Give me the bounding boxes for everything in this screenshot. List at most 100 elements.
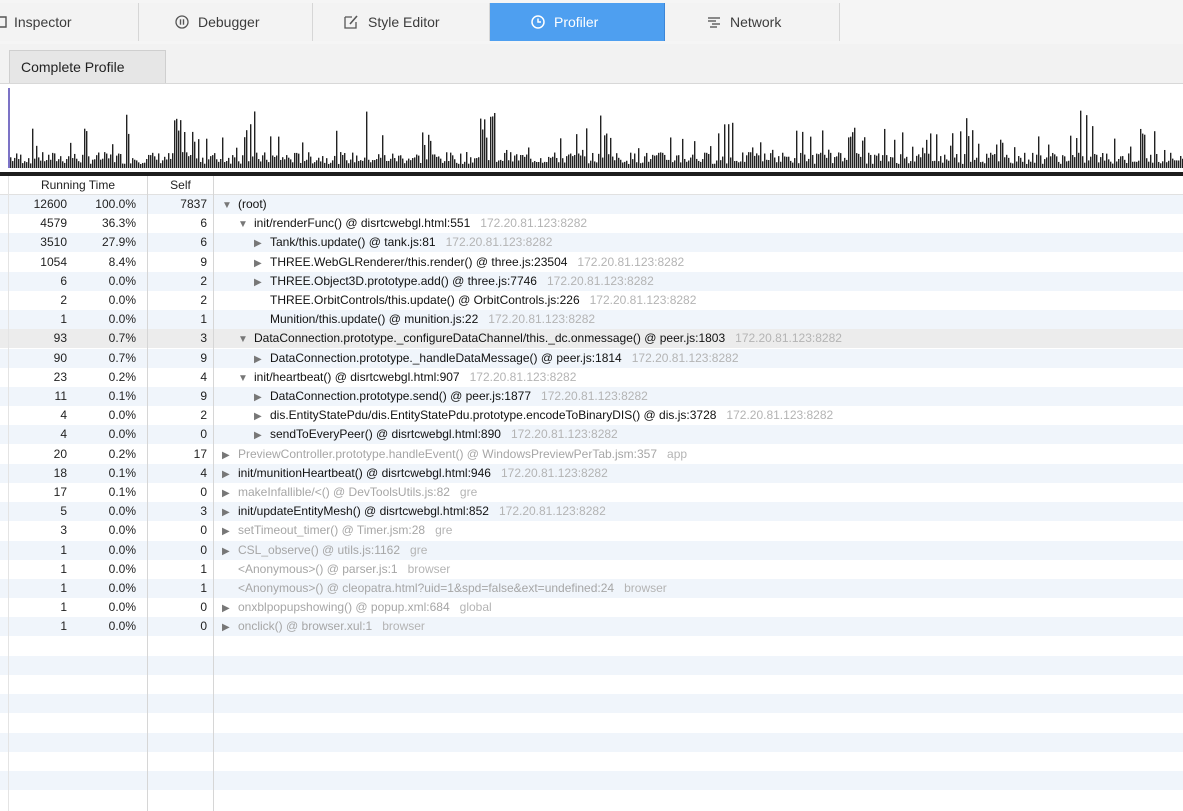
running-time-percent: 0.0% bbox=[108, 619, 136, 634]
inspector-icon bbox=[0, 15, 8, 29]
activity-bar bbox=[682, 138, 684, 168]
tab-network[interactable]: Network bbox=[665, 3, 840, 41]
collapsed-arrow-icon[interactable]: ▶ bbox=[222, 522, 238, 541]
activity-bar bbox=[838, 152, 840, 168]
function-name: onxblpopupshowing() @ popup.xml:684 bbox=[238, 600, 450, 615]
self-time-value: 0 bbox=[200, 542, 207, 557]
running-time-value: 2 bbox=[60, 293, 67, 307]
running-time-header[interactable]: Running Time bbox=[9, 176, 147, 194]
expanded-arrow-icon[interactable]: ▼ bbox=[238, 215, 254, 234]
activity-bar bbox=[596, 162, 598, 168]
tab-style-editor[interactable]: Style Editor bbox=[313, 3, 490, 41]
tree-row[interactable]: 1 0.0% 1 Munition/this.update() @ munition.… bbox=[0, 310, 1183, 330]
activity-bar bbox=[308, 152, 310, 168]
tree-row[interactable]: 1054 8.4% 9 ▶ THREE.WebGLRenderer/this.rende… bbox=[0, 252, 1183, 273]
function-cell: ▶ PreviewController.prototype.handleEvent… bbox=[222, 445, 687, 465]
collapsed-arrow-icon[interactable]: ▶ bbox=[222, 503, 238, 522]
tree-row[interactable]: 5 0.0% 3 ▶ init/updateEntityMesh() @ disrtcw… bbox=[0, 502, 1183, 522]
collapsed-arrow-icon[interactable]: ▶ bbox=[222, 542, 238, 561]
running-time-percent: 36.3% bbox=[101, 216, 136, 231]
tree-row[interactable]: 1 0.0% 0 ▶ onclick() @ browser.xul:1 browser bbox=[0, 617, 1183, 637]
activity-bar bbox=[170, 158, 172, 168]
activity-bar bbox=[502, 161, 504, 168]
collapsed-arrow-icon[interactable]: ▶ bbox=[254, 407, 270, 426]
tree-row[interactable]: 2 0.0% 2 THREE.OrbitControls/this.update() … bbox=[0, 291, 1183, 310]
collapsed-arrow-icon[interactable]: ▶ bbox=[254, 234, 270, 253]
tree-row[interactable]: 3 0.0% 0 ▶ setTimeout_timer() @ Timer.jsm:28… bbox=[0, 521, 1183, 541]
expanded-arrow-icon[interactable]: ▼ bbox=[222, 196, 238, 215]
timeline-graph[interactable] bbox=[0, 84, 1183, 176]
tree-row[interactable]: 1 0.0% 1 <Anonymous>() @ parser.js:1 browser bbox=[0, 559, 1183, 579]
self-time-value: 17 bbox=[193, 446, 207, 461]
tab-profiler[interactable]: Profiler bbox=[490, 3, 665, 41]
collapsed-arrow-icon[interactable]: ▶ bbox=[222, 599, 238, 618]
collapsed-arrow-icon[interactable]: ▶ bbox=[254, 388, 270, 407]
tree-row[interactable]: 3510 27.9% 6 ▶ Tank/this.update() @ tank.js:… bbox=[0, 233, 1183, 253]
activity-bar bbox=[886, 155, 888, 168]
expanded-arrow-icon[interactable]: ▼ bbox=[238, 330, 254, 349]
collapsed-arrow-icon[interactable]: ▶ bbox=[254, 273, 270, 292]
tree-row[interactable]: 4 0.0% 2 ▶ dis.EntityStatePdu/dis.EntityStat… bbox=[0, 406, 1183, 426]
tree-row[interactable]: 20 0.2% 17 ▶ PreviewController.prototype.han… bbox=[0, 444, 1183, 465]
expanded-arrow-icon[interactable]: ▼ bbox=[238, 369, 254, 388]
collapsed-arrow-icon[interactable]: ▶ bbox=[222, 446, 238, 465]
tree-row[interactable]: 17 0.1% 0 ▶ makeInfallible/<() @ DevToolsUti… bbox=[0, 483, 1183, 502]
tree-row[interactable]: 4 0.0% 0 ▶ sendToEveryPeer() @ disrtcwebgl.h… bbox=[0, 425, 1183, 445]
tree-row[interactable]: 90 0.7% 9 ▶ DataConnection.prototype._handle… bbox=[0, 348, 1183, 369]
column-divider bbox=[147, 176, 148, 811]
tree-row[interactable]: 23 0.2% 4 ▼ init/heartbeat() @ disrtcwebgl.h… bbox=[0, 367, 1183, 388]
tree-row[interactable]: 1 0.0% 0 ▶ onxblpopupshowing() @ popup.xml:6… bbox=[0, 598, 1183, 618]
tree-row[interactable]: 1 0.0% 0 ▶ CSL_observe() @ utils.js:1162 gre bbox=[0, 540, 1183, 561]
tab-inspector[interactable]: Inspector bbox=[0, 3, 139, 41]
activity-bar bbox=[702, 159, 704, 168]
collapsed-arrow-icon[interactable]: ▶ bbox=[254, 426, 270, 445]
tree-row[interactable]: 93 0.7% 3 ▼ DataConnection.prototype._config… bbox=[0, 329, 1183, 349]
activity-bar bbox=[416, 154, 418, 168]
tree-row bbox=[0, 771, 1183, 790]
tab-complete-profile[interactable]: Complete Profile bbox=[9, 50, 166, 83]
tree-row[interactable]: 18 0.1% 4 ▶ init/munitionHeartbeat() @ disrt… bbox=[0, 463, 1183, 484]
activity-bar bbox=[856, 153, 858, 168]
activity-bar bbox=[412, 158, 414, 168]
activity-bar bbox=[446, 152, 448, 168]
activity-bar bbox=[758, 155, 760, 168]
tree-row[interactable]: 1 0.0% 1 <Anonymous>() @ cleopatra.html?uid… bbox=[0, 579, 1183, 598]
activity-bar bbox=[1024, 152, 1026, 168]
activity-bar bbox=[872, 163, 874, 168]
tree-row[interactable]: 11 0.1% 9 ▶ DataConnection.prototype.send() … bbox=[0, 387, 1183, 406]
tree-row[interactable]: 6 0.0% 2 ▶ THREE.Object3D.prototype.add() @ … bbox=[0, 271, 1183, 292]
self-time-value: 9 bbox=[200, 389, 207, 403]
activity-bar bbox=[588, 163, 590, 168]
activity-bar bbox=[630, 152, 632, 168]
activity-bar bbox=[980, 162, 982, 168]
collapsed-arrow-icon[interactable]: ▶ bbox=[254, 254, 270, 273]
collapsed-arrow-icon[interactable]: ▶ bbox=[222, 465, 238, 484]
collapsed-arrow-icon[interactable]: ▶ bbox=[222, 618, 238, 637]
activity-bar bbox=[84, 128, 86, 168]
activity-bar bbox=[792, 162, 794, 168]
activity-bar bbox=[742, 152, 744, 168]
activity-bar bbox=[406, 160, 408, 168]
running-time-percent: 0.0% bbox=[108, 293, 136, 307]
running-time-value: 93 bbox=[53, 331, 67, 346]
activity-bar bbox=[468, 163, 470, 168]
activity-bar bbox=[922, 147, 924, 168]
activity-bar bbox=[336, 130, 338, 168]
function-host: 172.20.81.123:8282 bbox=[546, 273, 654, 288]
tab-debugger[interactable]: Debugger bbox=[139, 3, 313, 41]
activity-bar bbox=[512, 161, 514, 168]
activity-bar bbox=[234, 157, 236, 168]
activity-bar bbox=[318, 157, 320, 168]
activity-bar bbox=[60, 156, 62, 168]
collapsed-arrow-icon[interactable]: ▶ bbox=[254, 350, 270, 369]
activity-bar bbox=[754, 155, 756, 168]
tree-row[interactable]: 12600 100.0% 7837 ▼ (root) bbox=[0, 195, 1183, 214]
activity-bar bbox=[298, 153, 300, 168]
tree-row[interactable]: 4579 36.3% 6 ▼ init/renderFunc() @ disrtcweb… bbox=[0, 214, 1183, 234]
activity-bar bbox=[972, 130, 974, 168]
activity-bar bbox=[176, 118, 178, 168]
activity-bar bbox=[948, 160, 950, 168]
collapsed-arrow-icon[interactable]: ▶ bbox=[222, 484, 238, 503]
running-time-value: 1 bbox=[60, 542, 67, 557]
self-header[interactable]: Self bbox=[148, 176, 213, 194]
